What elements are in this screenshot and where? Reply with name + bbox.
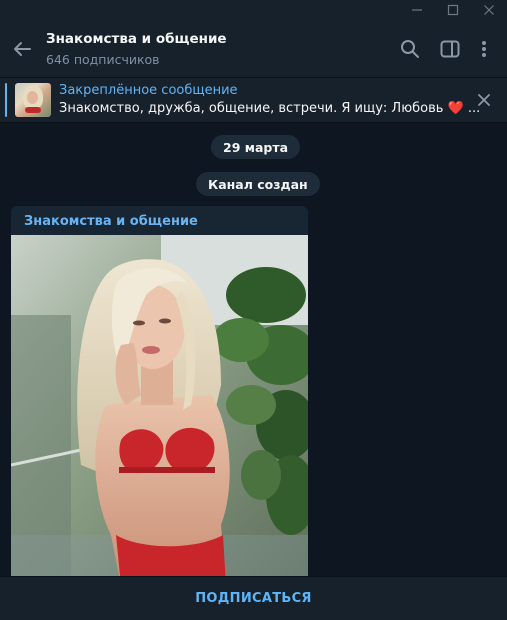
sidebar-toggle-icon[interactable]	[439, 38, 461, 60]
subscribe-button[interactable]: ПОДПИСАТЬСЯ	[195, 591, 312, 606]
maximize-icon[interactable]	[435, 0, 471, 20]
post-author[interactable]: Знакомства и общение	[24, 214, 198, 229]
more-vertical-icon[interactable]	[473, 38, 495, 60]
pinned-message-bar[interactable]: Закреплённое сообщение Знакомство, дружб…	[0, 78, 507, 123]
window-titlebar	[0, 0, 507, 20]
pinned-title: Закреплённое сообщение	[59, 83, 238, 98]
arrow-left-icon[interactable]	[10, 38, 34, 60]
chat-title[interactable]: Знакомства и общение	[46, 31, 227, 47]
telegram-window: Знакомства и общение 646 подписчиков Зак…	[0, 0, 507, 620]
pinned-thumbnail	[15, 83, 51, 117]
service-message-channel-created: Канал создан	[196, 172, 320, 196]
post-photo[interactable]	[11, 235, 308, 586]
subscriber-count: 646 подписчиков	[46, 52, 160, 67]
minimize-icon[interactable]	[399, 0, 435, 20]
search-icon[interactable]	[399, 38, 421, 60]
pinned-indicator	[5, 83, 7, 117]
subscribe-bar: ПОДПИСАТЬСЯ	[0, 576, 507, 620]
message-bubble[interactable]: Знакомства и общение	[11, 206, 308, 586]
heart-emoji: ❤️	[447, 101, 464, 116]
chat-header: Знакомства и общение 646 подписчиков	[0, 20, 507, 78]
pinned-text: Знакомство, дружба, общение, встречи. Я …	[59, 101, 480, 116]
window-close-icon[interactable]	[471, 0, 507, 20]
close-icon[interactable]	[474, 90, 494, 110]
pinned-text-body: Знакомство, дружба, общение, встречи. Я …	[59, 101, 444, 116]
date-divider: 29 марта	[211, 135, 301, 159]
